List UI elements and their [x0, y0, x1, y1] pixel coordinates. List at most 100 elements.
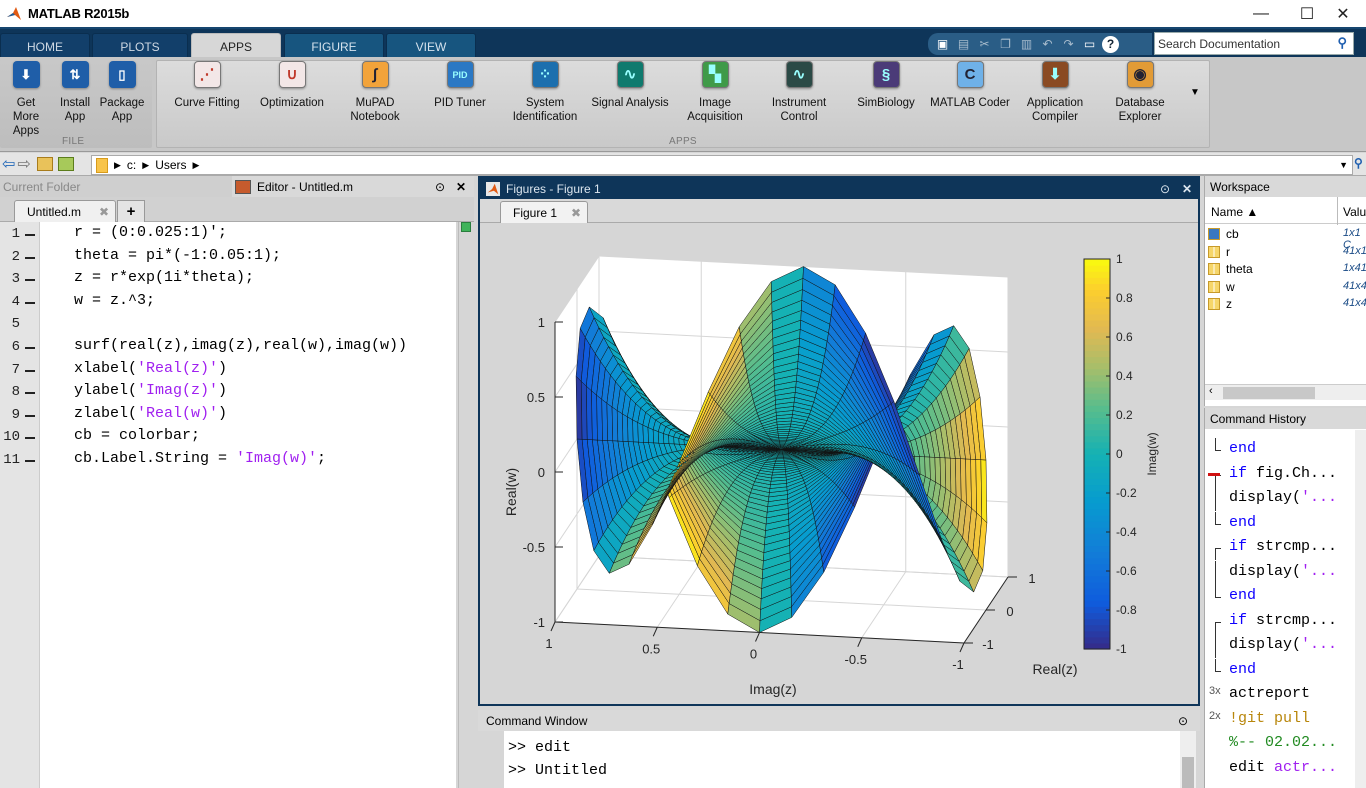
back-icon[interactable]: ⇦ [2, 154, 15, 174]
breakpoint-dash[interactable] [25, 437, 35, 440]
code-line[interactable]: r = (0:0.025:1)'; [74, 224, 227, 247]
signal-analysis-button[interactable]: ∿ Signal Analysis [590, 61, 670, 110]
optimization-button[interactable]: ∪ Optimization [256, 61, 328, 110]
workspace-row[interactable]: r 41x1 [1205, 244, 1366, 261]
expand-apps-gallery-button[interactable]: ▼ [1190, 87, 1200, 98]
panel-actions-icon[interactable]: ⊙ [1178, 714, 1188, 728]
history-item[interactable]: display('... [1205, 487, 1355, 511]
tab-view[interactable]: VIEW [386, 33, 476, 59]
breakpoint-dash[interactable] [25, 301, 35, 304]
history-item[interactable]: 3x actreport [1205, 683, 1355, 707]
history-item[interactable]: end [1205, 438, 1355, 462]
minimize-button[interactable]: — [1238, 0, 1284, 27]
package-app-button[interactable]: ▯ Package App [100, 61, 144, 124]
current-folder-header[interactable]: Current Folder [0, 176, 232, 197]
scrollbar-thumb[interactable] [1182, 757, 1194, 788]
code-line[interactable]: ylabel('Imag(z)') [74, 382, 227, 405]
switch-windows-icon[interactable]: ▭ [1081, 36, 1098, 53]
instrument-control-button[interactable]: ∿ Instrument Control [762, 61, 836, 124]
editor-tab-untitled[interactable]: Untitled.m ✖ [14, 200, 116, 222]
tab-plots[interactable]: PLOTS [92, 33, 188, 59]
image-acquisition-button[interactable]: ▚ Image Acquisition [680, 61, 750, 124]
breakpoint-dash[interactable] [25, 460, 35, 462]
history-item[interactable]: end [1205, 511, 1355, 536]
command-scrollbar[interactable] [1180, 731, 1196, 788]
simbiology-button[interactable]: § SimBiology [850, 61, 922, 110]
scroll-left-icon[interactable]: ‹ [1209, 385, 1213, 397]
breakpoint-dash[interactable] [25, 279, 35, 282]
database-explorer-button[interactable]: ◉ Database Explorer [1103, 61, 1177, 124]
history-item[interactable]: %-- 02.02... [1205, 732, 1355, 756]
history-item[interactable]: end [1205, 585, 1355, 609]
mupad-notebook-button[interactable]: ∫ MuPAD Notebook [340, 61, 410, 124]
code-line[interactable]: cb = colorbar; [74, 427, 200, 450]
cut-icon[interactable]: ✂ [976, 36, 993, 53]
surface-plot[interactable]: 10.50-0.5-11 0.5 0 -0.5 -1-101Imag(z)Real(z)… [480, 224, 1198, 704]
path-dropdown-icon[interactable]: ▼ [1339, 160, 1348, 170]
application-compiler-button[interactable]: ⬇ Application Compiler [1020, 61, 1090, 124]
editor-scrollbar[interactable] [458, 222, 474, 788]
breakpoint-dash[interactable] [25, 392, 35, 395]
current-path-field[interactable]: ▶ c: ▶ Users ▶ ▼ [91, 155, 1353, 175]
undo-icon[interactable]: ↶ [1039, 36, 1056, 53]
breakpoint-dash[interactable] [25, 414, 35, 417]
code-line[interactable]: w = z.^3; [74, 292, 155, 315]
history-item[interactable]: if strcmp... [1205, 610, 1355, 634]
get-more-apps-button[interactable]: ⬇ Get More Apps [4, 61, 48, 138]
paste-icon[interactable]: ▥ [1018, 36, 1035, 53]
search-icon[interactable]: ⚲ [1337, 35, 1347, 51]
matlab-coder-button[interactable]: C MATLAB Coder [930, 61, 1010, 110]
workspace-hscrollbar[interactable]: ‹ [1205, 384, 1366, 400]
install-app-button[interactable]: ⇅ Install App [58, 61, 92, 124]
browse-folder-icon[interactable] [57, 157, 74, 171]
tab-figure[interactable]: FIGURE [284, 33, 384, 59]
figure-tab[interactable]: Figure 1 ✖ [500, 201, 588, 223]
code-analyzer-status-icon[interactable] [461, 222, 471, 232]
breakpoint-dash[interactable] [25, 347, 35, 349]
tab-home[interactable]: HOME [0, 33, 90, 59]
close-tab-icon[interactable]: ✖ [571, 206, 581, 220]
pid-tuner-button[interactable]: PID PID Tuner [425, 61, 495, 110]
save-icon[interactable]: ▤ [955, 36, 972, 53]
workspace-row[interactable]: z 41x4 [1205, 296, 1366, 313]
history-item[interactable]: display('... [1205, 634, 1355, 658]
panel-actions-icon[interactable]: ⊙ [435, 180, 445, 194]
breakpoint-dash[interactable] [25, 369, 35, 372]
code-line[interactable]: surf(real(z),imag(z),real(w),imag(w)) [74, 337, 407, 360]
search-folder-icon[interactable]: ⚲ [1354, 156, 1363, 170]
redo-icon[interactable]: ↷ [1060, 36, 1077, 53]
history-scrollbar[interactable] [1355, 430, 1366, 788]
column-header-name[interactable]: Name ▲ [1211, 205, 1258, 219]
close-figures-icon[interactable]: ✕ [1182, 182, 1192, 196]
code-line[interactable]: cb.Label.String = 'Imag(w)'; [74, 450, 326, 473]
close-editor-icon[interactable]: ✕ [456, 180, 466, 194]
copy-icon[interactable]: ❐ [997, 36, 1014, 53]
history-item[interactable]: edit actr... [1205, 757, 1355, 781]
history-item[interactable]: if fig.Ch... [1205, 463, 1355, 487]
column-header-value[interactable]: Valu [1343, 205, 1366, 219]
breakpoint-dash[interactable] [25, 256, 35, 259]
history-item[interactable]: display('... [1205, 560, 1355, 585]
history-item[interactable]: 2x !git pull [1205, 708, 1355, 732]
panel-actions-icon[interactable]: ⊙ [1160, 182, 1170, 196]
code-line[interactable]: theta = pi*(-1:0.05:1); [74, 247, 281, 270]
history-item[interactable]: end [1205, 658, 1355, 683]
close-tab-icon[interactable]: ✖ [99, 205, 109, 219]
forward-icon[interactable]: ⇨ [17, 154, 30, 174]
help-icon[interactable]: ? [1102, 35, 1119, 53]
curve-fitting-button[interactable]: ⋰ Curve Fitting [172, 61, 242, 110]
workspace-row[interactable]: theta 1x41 [1205, 261, 1366, 278]
history-item[interactable]: if strcmp... [1205, 536, 1355, 560]
search-documentation-input[interactable]: Search Documentation ⚲ [1154, 32, 1354, 55]
colorbar[interactable]: 1 0.8 0.6 0.4 0.2 0 -0.2 -0.4 -0.6 -0.8 -1 Imag(w) [1083, 252, 1159, 656]
code-editor[interactable]: r = (0:0.025:1)'; theta = pi*(-1:0.05:1);… [40, 222, 456, 788]
new-tab-button[interactable]: + [117, 200, 145, 222]
new-icon[interactable]: ▣ [934, 36, 951, 53]
close-button[interactable]: ✕ [1320, 0, 1366, 27]
path-segment[interactable]: Users [155, 158, 186, 172]
path-segment[interactable]: c: [127, 158, 136, 172]
code-line[interactable]: z = r*exp(1i*theta); [74, 269, 254, 292]
workspace-row[interactable]: cb 1x1 C [1205, 226, 1366, 251]
column-divider[interactable] [1337, 197, 1338, 225]
code-line[interactable]: xlabel('Real(z)') [74, 360, 227, 383]
